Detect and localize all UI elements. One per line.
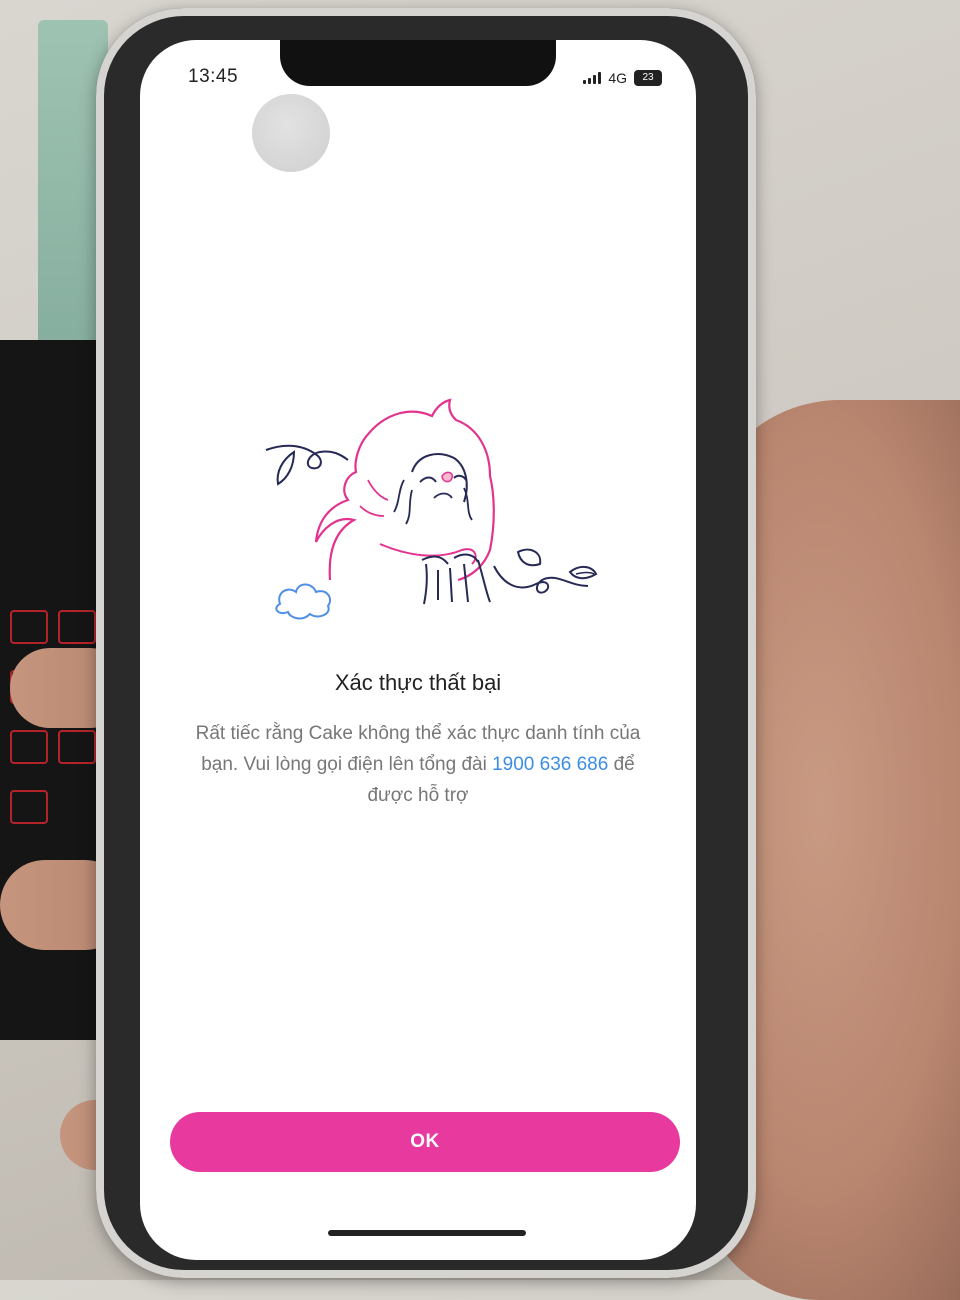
signal-icon — [583, 72, 602, 84]
sad-character-illustration — [265, 398, 598, 620]
avatar — [252, 94, 330, 172]
home-indicator[interactable] — [328, 1230, 526, 1236]
character-mouth — [433, 492, 453, 499]
network-label: 4G — [608, 70, 627, 86]
leaf-icon — [575, 571, 595, 575]
character-eye — [419, 476, 437, 483]
dialog-title: Xác thực thất bại — [334, 670, 502, 695]
character-eye — [453, 474, 467, 481]
branch-left — [265, 444, 349, 470]
battery-icon: 23 — [634, 70, 662, 86]
leaf-icon — [276, 450, 296, 486]
dialog-message: Rất tiếc rằng Cake không thể xác thực da… — [192, 718, 644, 811]
phone-screen: 13:45 4G 23 Xác thực thất bại Rất tiếc r… — [140, 40, 696, 1260]
status-indicators: 4G 23 — [583, 70, 662, 86]
crumpled-paper-icon — [275, 583, 332, 620]
character-fur — [359, 479, 389, 517]
ok-button[interactable]: OK — [170, 1112, 680, 1172]
character-nose — [441, 471, 454, 483]
notch — [280, 40, 556, 86]
character-tears — [393, 479, 473, 525]
status-time: 13:45 — [188, 66, 239, 87]
character-base — [423, 559, 491, 605]
leaf-icon — [516, 548, 542, 567]
hotline-link[interactable]: 1900 636 686 — [492, 754, 608, 775]
